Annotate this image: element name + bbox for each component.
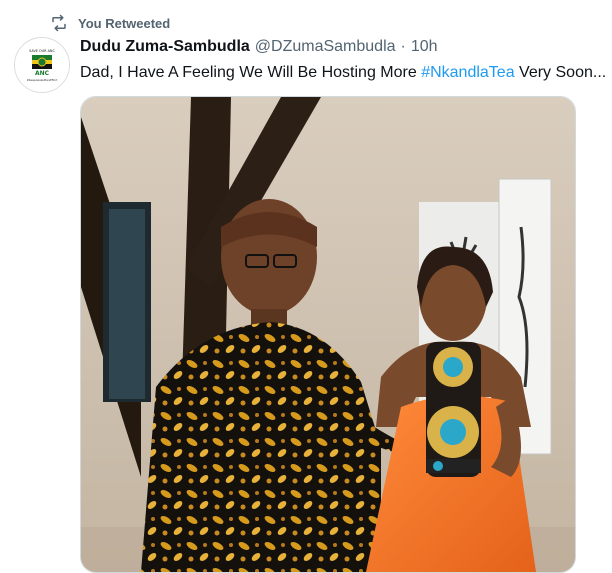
avatar-logo-bottom: #KeepAwakeMoreEffort: [27, 78, 58, 82]
author-handle[interactable]: @DZumaSambudla: [255, 38, 396, 56]
tweet-header: Dudu Zuma-Sambudla @DZumaSambudla · 10h: [80, 38, 438, 60]
tweet-text: Dad, I Have A Feeling We Will Be Hosting…: [80, 63, 610, 83]
tweet-text-after: Very Soon...: [514, 64, 607, 81]
avatar[interactable]: SAVE OUR ANC ANC #KeepAwakeMoreEffort: [14, 37, 70, 93]
tweet-timestamp[interactable]: 10h: [411, 38, 438, 56]
author-display-name[interactable]: Dudu Zuma-Sambudla: [80, 38, 250, 56]
hashtag-link[interactable]: #NkandlaTea: [421, 64, 514, 81]
tweet-photo[interactable]: [80, 96, 576, 573]
retweet-label: You Retweeted: [78, 15, 171, 31]
retweet-context: You Retweeted: [50, 13, 170, 33]
separator-dot: ·: [400, 38, 406, 55]
tweet-text-before: Dad, I Have A Feeling We Will Be Hosting…: [80, 64, 422, 81]
retweet-icon: [50, 14, 68, 32]
avatar-logo-mid: ANC: [35, 70, 50, 77]
avatar-logo-top: SAVE OUR ANC: [29, 49, 55, 53]
